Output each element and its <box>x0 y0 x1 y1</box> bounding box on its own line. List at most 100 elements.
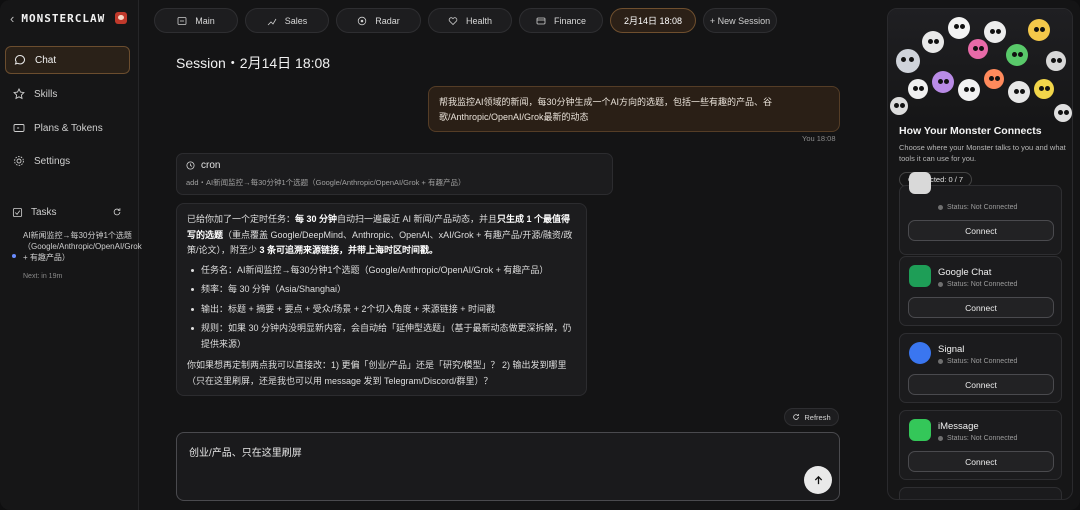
tab-sales[interactable]: Sales <box>245 8 329 33</box>
task-next-run: Next: in 19m <box>23 273 63 280</box>
assistant-bold: ，并带上海时区时间戳。 <box>339 245 439 255</box>
message-composer[interactable]: 创业/产品、只在这里刷屏 <box>176 432 840 501</box>
service-status-text: Status: Not Connected <box>947 204 1018 211</box>
connect-button[interactable]: Connect <box>908 220 1054 241</box>
app-window: ‹ MONSTERCLAW Chat Skills Plans & Tokens… <box>0 0 1080 510</box>
service-status: Status: Not Connected <box>938 435 1017 442</box>
card-icon <box>13 124 25 132</box>
service-card: Status: Not Connected Connect <box>899 172 1062 255</box>
tab-current-session[interactable]: 2月14日 18:08 <box>610 8 696 33</box>
service-name: Google Chat <box>938 267 992 278</box>
service-card-signal: Signal Status: Not Connected Connect <box>899 333 1062 403</box>
chart-icon <box>267 18 277 25</box>
send-button[interactable] <box>804 466 832 494</box>
assistant-followup: 你如果想再定制两点我可以直接改：1) 更偏「创业/产品」还是「研究/模型」？ 2… <box>187 360 567 386</box>
refresh-label: Refresh <box>804 412 831 422</box>
user-message-meta: You 18:08 <box>802 134 836 143</box>
sidebar-item-skills[interactable]: Skills <box>5 80 130 108</box>
service-status: Status: Not Connected <box>938 358 1017 365</box>
chat-bubble-icon <box>14 54 25 65</box>
composer-input[interactable]: 创业/产品、只在这里刷屏 <box>189 444 302 459</box>
sidebar-item-label: Chat <box>35 54 57 66</box>
tab-label: Health <box>465 15 492 26</box>
assistant-intro: 已给你加了一个定时任务：每 30 分钟自动扫一遍最近 AI 新闻/产品动态，并且… <box>187 212 576 259</box>
list-item: 任务名：AI新闻监控→每30分钟1个选题（Google/Anthropic/Op… <box>187 263 576 279</box>
tab-finance[interactable]: Finance <box>519 8 603 33</box>
new-session-button[interactable]: + New Session <box>703 8 777 33</box>
connect-button[interactable]: Connect <box>908 451 1054 472</box>
user-message-bubble: 帮我监控AI领域的新闻，每30分钟生成一个AI方向的选题，包括一些有趣的产品、谷… <box>428 86 840 132</box>
tab-label: Main <box>195 15 215 26</box>
task-title: AI新闻监控→每30分钟1个选题（Google/Anthropic/OpenAI… <box>23 231 142 262</box>
tab-label: Sales <box>284 15 308 26</box>
assistant-bold: 3 条可追溯来源链接 <box>259 245 340 255</box>
service-card-partial <box>899 487 1062 499</box>
google-chat-icon <box>909 265 931 287</box>
connect-button[interactable]: Connect <box>908 374 1054 395</box>
monster-illustration <box>888 9 1072 124</box>
tab-main[interactable]: Main <box>154 8 238 33</box>
assistant-text: 自动扫一遍最近 AI 新闻/产品动态，并且 <box>337 214 498 224</box>
list-item: 输出：标题 + 摘要 + 要点 + 受众/场景 + 2个切入角度 + 来源链接 … <box>187 302 576 318</box>
arrow-up-icon <box>814 475 822 484</box>
refresh-icon <box>793 414 800 420</box>
tasks-label: Tasks <box>31 206 57 218</box>
refresh-icon[interactable] <box>112 207 122 217</box>
tool-name: cron <box>201 160 221 171</box>
sidebar-item-label: Settings <box>34 155 71 167</box>
tasks-header: Tasks <box>12 205 122 219</box>
service-card-google-chat: Google Chat Status: Not Connected Connec… <box>899 256 1062 326</box>
assistant-bold: 每 30 分钟 <box>295 214 338 224</box>
assistant-message-bubble: 已给你加了一个定时任务：每 30 分钟自动扫一遍最近 AI 新闻/产品动态，并且… <box>176 203 587 396</box>
service-status: Status: Not Connected <box>938 281 1017 288</box>
task-status-dot <box>12 254 16 258</box>
sidebar: ‹ MONSTERCLAW Chat Skills Plans & Tokens… <box>0 0 142 510</box>
star-icon <box>13 88 25 100</box>
service-status-text: Status: Not Connected <box>947 358 1018 365</box>
heart-icon <box>448 16 458 25</box>
signal-icon <box>909 342 931 364</box>
panel-description: Choose where your Monster talks to you a… <box>899 143 1066 163</box>
back-chevron-icon[interactable]: ‹ <box>10 12 14 25</box>
service-icon <box>909 172 931 194</box>
service-name: iMessage <box>938 421 979 432</box>
tool-call-header: cron <box>186 160 603 171</box>
tab-label: Radar <box>375 15 400 26</box>
tab-health[interactable]: Health <box>428 8 512 33</box>
tab-label: Finance <box>553 15 587 26</box>
user-message-text: 帮我监控AI领域的新闻，每30分钟生成一个AI方向的选题，包括一些有趣的产品、谷… <box>439 97 773 122</box>
service-status-text: Status: Not Connected <box>947 435 1018 442</box>
service-name: Signal <box>938 344 965 355</box>
tool-detail: add・AI新闻监控→每30分钟1个选题（Google/Anthropic/Op… <box>186 178 466 187</box>
refresh-button[interactable]: Refresh <box>784 408 839 426</box>
gear-icon <box>14 156 24 166</box>
brand: ‹ MONSTERCLAW <box>10 9 135 27</box>
card-icon <box>536 17 546 24</box>
sidebar-item-settings[interactable]: Settings <box>5 147 130 175</box>
clock-icon <box>186 161 195 170</box>
list-item: 规则：如果 30 分钟内没明显新内容，会自动给「延伸型选题」（基于最新动态做更深… <box>187 321 576 352</box>
checkbox-icon <box>12 207 23 217</box>
grid-icon <box>177 16 187 25</box>
sidebar-item-plans[interactable]: Plans & Tokens <box>5 114 130 142</box>
assistant-text: 已给你加了一个定时任务： <box>187 214 296 224</box>
list-item: 频率：每 30 分钟（Asia/Shanghai） <box>187 282 576 298</box>
connect-button[interactable]: Connect <box>908 297 1054 318</box>
assistant-bullet-list: 任务名：AI新闻监控→每30分钟1个选题（Google/Anthropic/Op… <box>187 263 576 353</box>
panel-title: How Your Monster Connects <box>899 125 1042 137</box>
imessage-icon <box>909 419 931 441</box>
tool-call-card[interactable]: cron add・AI新闻监控→每30分钟1个选题（Google/Anthrop… <box>176 153 613 195</box>
service-status: Status: Not Connected <box>938 204 1017 211</box>
connections-panel: How Your Monster Connects Choose where y… <box>887 8 1073 500</box>
tab-radar[interactable]: Radar <box>336 8 421 33</box>
sidebar-item-label: Plans & Tokens <box>34 122 103 134</box>
service-status-text: Status: Not Connected <box>947 281 1018 288</box>
monster-logo-icon <box>115 12 128 24</box>
sidebar-item-chat[interactable]: Chat <box>5 46 130 74</box>
tab-label: 2月14日 18:08 <box>623 16 683 26</box>
page-title: Session・2月14日 18:08 <box>176 55 331 71</box>
sidebar-item-label: Skills <box>34 88 58 100</box>
brand-name: MONSTERCLAW <box>21 11 106 25</box>
tab-label: + New Session <box>709 15 771 26</box>
target-icon <box>358 16 367 25</box>
